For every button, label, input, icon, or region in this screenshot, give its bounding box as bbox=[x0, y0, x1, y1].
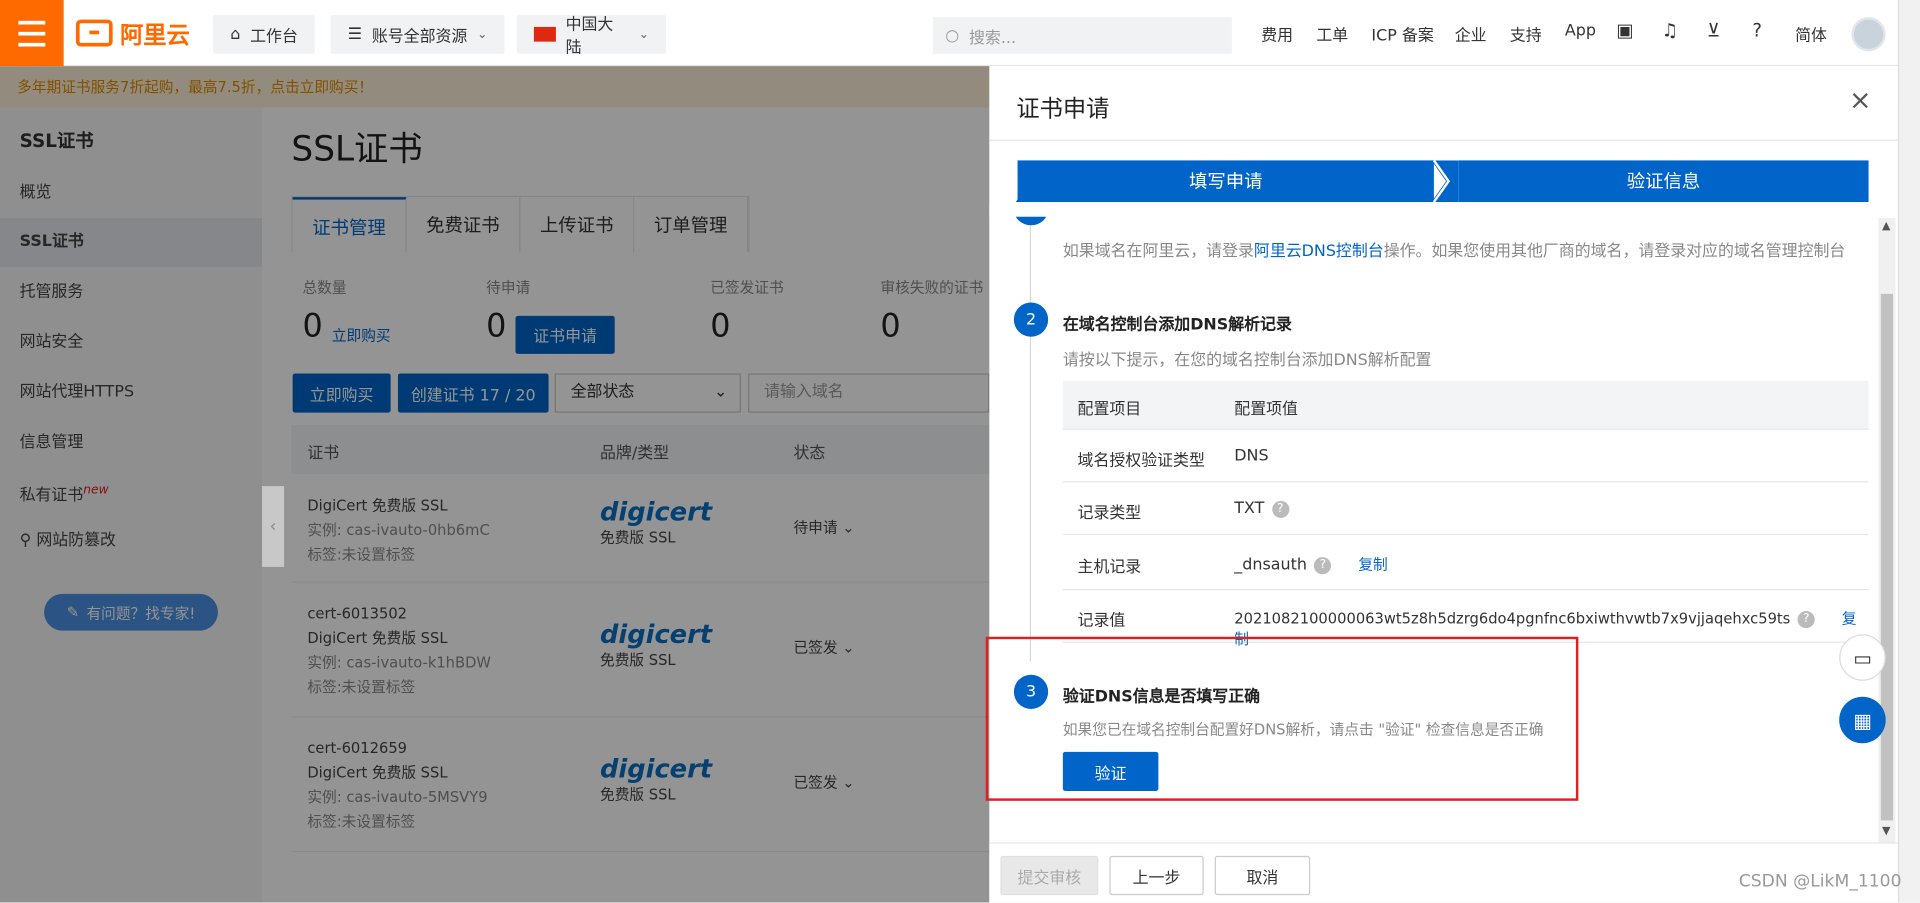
dns-console-link[interactable]: 阿里云DNS控制台 bbox=[1254, 242, 1384, 260]
server-icon: ☰ bbox=[347, 25, 363, 44]
help-icon[interactable]: ? bbox=[1797, 610, 1815, 628]
panel-title: 证书申请 bbox=[1016, 95, 1110, 123]
bell-icon[interactable]: ♫ bbox=[1662, 20, 1678, 42]
step-2-number: 2 bbox=[1013, 302, 1049, 337]
terminal-icon[interactable]: ▣ bbox=[1616, 20, 1633, 42]
cart-icon[interactable]: ⊻ bbox=[1707, 20, 1720, 42]
scrollbar-thumb[interactable] bbox=[1880, 293, 1894, 821]
submit-review-button[interactable]: 提交审核 bbox=[1000, 855, 1099, 896]
resources-label: 账号全部资源 bbox=[371, 27, 468, 46]
help-icon[interactable]: ? bbox=[1314, 556, 1332, 574]
row-value-cell: TXT? bbox=[1234, 500, 1289, 518]
table-row: 记录类型 TXT? bbox=[1062, 482, 1869, 536]
step-fill-request: 填写申请 bbox=[1017, 160, 1434, 203]
th-value: 配置项值 bbox=[1234, 400, 1298, 419]
chevron-down-icon: ⌄ bbox=[638, 27, 649, 42]
th-item: 配置项目 bbox=[1077, 400, 1142, 419]
cancel-button[interactable]: 取消 bbox=[1214, 855, 1311, 896]
table-row: 主机记录 _dnsauth? 复制 bbox=[1062, 535, 1869, 591]
nav-app[interactable]: App bbox=[1565, 22, 1596, 40]
region-dropdown[interactable]: 中国大陆 ⌄ bbox=[516, 14, 667, 58]
chevron-down-icon: ⌄ bbox=[477, 27, 488, 42]
workbench-label: 工作台 bbox=[250, 27, 298, 46]
row-value: TXT bbox=[1234, 499, 1265, 518]
nav-support[interactable]: 支持 bbox=[1510, 22, 1542, 45]
chat-icon[interactable]: ▭ bbox=[1839, 634, 1886, 681]
stepper: 填写申请 验证信息 bbox=[1017, 160, 1869, 203]
nav-fees[interactable]: 费用 bbox=[1261, 22, 1293, 45]
avatar[interactable] bbox=[1851, 17, 1886, 52]
scroll-down-icon[interactable]: ▼ bbox=[1882, 825, 1890, 837]
logo-text: 阿里云 bbox=[120, 21, 190, 49]
china-flag-icon bbox=[533, 26, 556, 42]
help-icon[interactable]: ? bbox=[1271, 500, 1289, 518]
step-verify-info: 验证信息 bbox=[1458, 160, 1869, 203]
row-key: 域名授权验证类型 bbox=[1077, 451, 1205, 471]
scroll-up-icon[interactable]: ▲ bbox=[1882, 220, 1890, 232]
row-key: 主机记录 bbox=[1077, 558, 1142, 577]
scroll-mask bbox=[989, 202, 1879, 217]
step-connector bbox=[1029, 336, 1032, 662]
nav-enterprise[interactable]: 企业 bbox=[1455, 22, 1487, 45]
close-icon[interactable]: × bbox=[1849, 86, 1872, 117]
table-header: 配置项目 配置项值 bbox=[1062, 380, 1869, 430]
resources-dropdown[interactable]: ☰ 账号全部资源 ⌄ bbox=[330, 14, 505, 54]
highlight-box bbox=[985, 636, 1579, 801]
search-placeholder: 搜索... bbox=[968, 28, 1017, 48]
collapse-sidebar-handle[interactable]: ‹ bbox=[262, 486, 285, 567]
modal-overlay[interactable] bbox=[0, 66, 990, 903]
menu-icon[interactable] bbox=[0, 0, 64, 67]
step1-desc: 如果域名在阿里云，请登录阿里云DNS控制台操作。如果您使用其他厂商的域名，请登录… bbox=[1062, 238, 1846, 261]
row-value: _dnsauth bbox=[1234, 555, 1307, 575]
copy-host-button[interactable]: 复制 bbox=[1358, 556, 1387, 573]
row-key: 记录值 bbox=[1077, 612, 1126, 631]
workbench-button[interactable]: ⌂ 工作台 bbox=[213, 14, 316, 54]
logo[interactable]: 阿里云 bbox=[75, 17, 190, 49]
help-icon[interactable]: ? bbox=[1752, 20, 1762, 42]
nav-tickets[interactable]: 工单 bbox=[1316, 22, 1348, 45]
region-label: 中国大陆 bbox=[565, 15, 614, 58]
search-icon: ○ bbox=[945, 26, 960, 45]
nav-icp[interactable]: ICP 备案 bbox=[1371, 22, 1433, 45]
step2-title: 在域名控制台添加DNS解析记录 bbox=[1062, 315, 1292, 335]
table-row: 域名授权验证类型 DNS bbox=[1062, 430, 1869, 483]
table-row: 记录值 2021082100000063wt5z8h5dzrg6do4pgnfnc… bbox=[1062, 590, 1869, 648]
row-value-cell: _dnsauth? 复制 bbox=[1234, 553, 1387, 574]
step1-desc-post: 操作。如果您使用其他厂商的域名，请登录对应的域名管理控制台 bbox=[1383, 242, 1846, 261]
apps-icon[interactable]: ▦ bbox=[1839, 696, 1886, 744]
step2-desc: 请按以下提示，在您的域名控制台添加DNS解析配置 bbox=[1062, 351, 1432, 370]
language-switch[interactable]: 简体 bbox=[1795, 22, 1827, 45]
step-arrow-icon bbox=[1431, 160, 1459, 203]
search-input[interactable]: ○ 搜索... bbox=[933, 17, 1232, 54]
row-value: 2021082100000063wt5z8h5dzrg6do4pgnfnc6bx… bbox=[1234, 609, 1791, 627]
divider bbox=[989, 139, 1898, 141]
watermark: CSDN @LikM_1100 bbox=[1738, 871, 1902, 892]
home-icon: ⌂ bbox=[230, 25, 241, 44]
page-scrollbar[interactable] bbox=[1897, 0, 1920, 903]
prev-step-button[interactable]: 上一步 bbox=[1109, 855, 1204, 896]
step1-desc-pre: 如果域名在阿里云，请登录 bbox=[1062, 242, 1254, 261]
row-value: DNS bbox=[1234, 446, 1269, 466]
row-key: 记录类型 bbox=[1077, 504, 1142, 523]
